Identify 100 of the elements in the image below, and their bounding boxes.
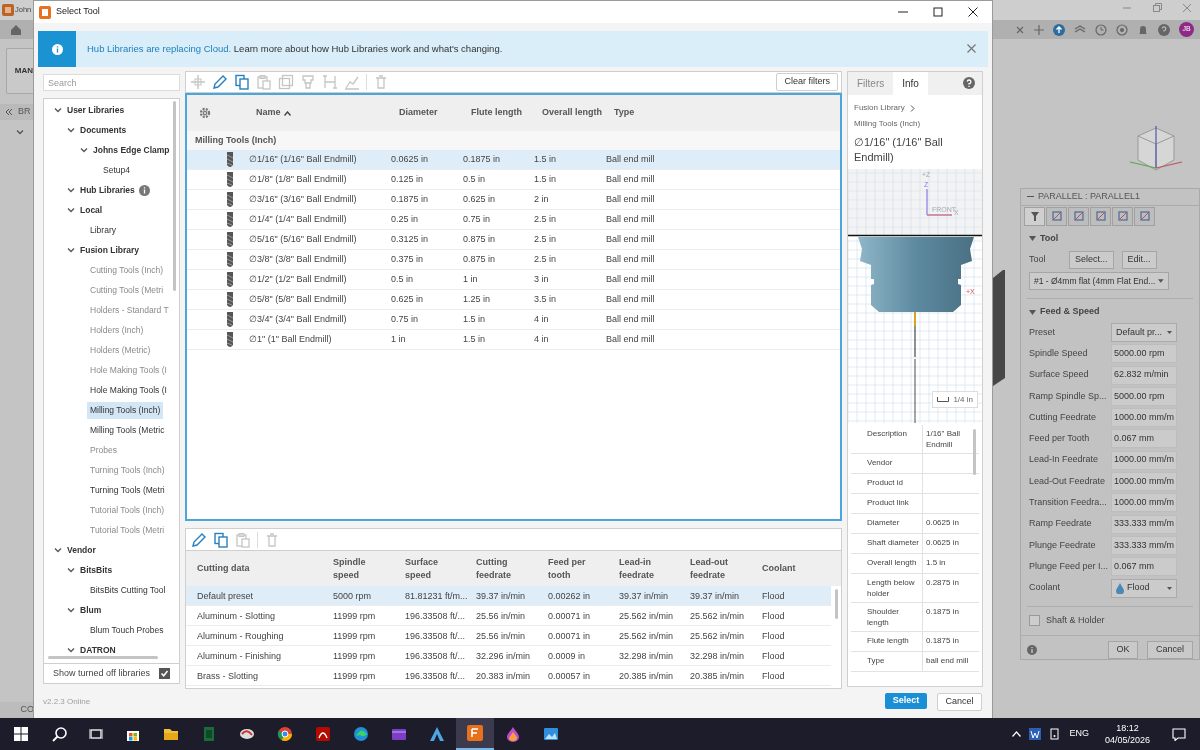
table-row[interactable]: ∅3/4" (3/4" Ball Endmill) 0.75 in 1.5 in 4 in Ball end mill: [187, 310, 840, 330]
table-row[interactable]: ∅1" (1" Ball Endmill) 1 in 1.5 in 4 in Ball end mill: [187, 330, 840, 350]
app-icon[interactable]: [239, 726, 255, 742]
cancel-button[interactable]: Cancel: [1147, 641, 1193, 659]
tree-item[interactable]: User Libraries: [64, 101, 128, 119]
tree-item[interactable]: Holders - Standard T: [87, 301, 172, 319]
tree-item[interactable]: Library: [87, 221, 119, 239]
coolant-dropdown[interactable]: Flood: [1111, 578, 1177, 598]
close-icon[interactable]: [968, 7, 978, 17]
checkbox[interactable]: [159, 668, 170, 679]
clock-icon[interactable]: [1095, 23, 1107, 36]
browser-icon[interactable]: [353, 726, 369, 742]
tree-item[interactable]: Milling Tools (Metric: [87, 421, 168, 439]
globe-icon[interactable]: [1116, 23, 1128, 36]
settings-icon[interactable]: [199, 107, 211, 119]
column-header[interactable]: Surface speed: [405, 555, 476, 582]
value-field[interactable]: 333.333 mm/m: [1111, 514, 1177, 534]
scrollbar[interactable]: [973, 429, 976, 475]
column-header[interactable]: Spindle speed: [333, 555, 405, 582]
chevron-down-icon[interactable]: [54, 106, 62, 114]
bell-icon[interactable]: [1137, 23, 1149, 36]
tree-item[interactable]: Tutorial Tools (Metri: [87, 521, 168, 539]
tool-dropdown[interactable]: #1 - Ø4mm flat (4mm Flat End...: [1029, 272, 1169, 291]
language-indicator[interactable]: ENG: [1069, 727, 1089, 741]
column-header[interactable]: Feed per tooth: [548, 555, 619, 582]
banner-link[interactable]: Hub Libraries are replacing Cloud.: [87, 42, 232, 54]
restore-icon[interactable]: [1152, 3, 1162, 13]
tree-item[interactable]: Documents: [77, 121, 130, 139]
table-row[interactable]: ∅1/4" (1/4" Ball Endmill) 0.25 in 0.75 in 2.5 in Ball end mill: [187, 210, 840, 230]
value-field[interactable]: 5000.00 rpm: [1111, 386, 1177, 406]
tree-item[interactable]: Blum: [77, 601, 105, 619]
preset-dropdown[interactable]: Default pr...: [1111, 322, 1177, 342]
tree-item[interactable]: DATRON: [77, 641, 119, 653]
chevron-down-icon[interactable]: [67, 566, 75, 574]
tree-item[interactable]: Hole Making Tools (I: [87, 361, 170, 379]
pencil-icon[interactable]: [191, 531, 207, 548]
select-button[interactable]: Select: [885, 693, 927, 709]
tab[interactable]: Info: [893, 72, 928, 95]
tree-item[interactable]: Johns Edge Clamp: [90, 141, 173, 159]
word-icon[interactable]: [1029, 728, 1042, 740]
copy-icon[interactable]: [213, 531, 229, 548]
chevron-down-icon[interactable]: [67, 206, 75, 214]
column-header[interactable]: Lead-out feedrate: [690, 555, 762, 582]
tree-item[interactable]: Vendor: [64, 541, 99, 559]
chevron-down-icon[interactable]: [67, 606, 75, 614]
ok-button[interactable]: OK: [1108, 641, 1138, 659]
table-row[interactable]: ∅3/8" (3/8" Ball Endmill) 0.375 in 0.875 in 2.5 in Ball end mill: [187, 250, 840, 270]
collapse-icon[interactable]: [6, 109, 12, 115]
folder-icon[interactable]: [163, 726, 179, 742]
plus-icon[interactable]: [1034, 24, 1044, 35]
pdf-icon[interactable]: [315, 726, 331, 742]
search-icon[interactable]: [52, 726, 68, 742]
table-row[interactable]: ∅1/16" (1/16" Ball Endmill) 0.0625 in 0.1875 in 1.5 in Ball end mill: [187, 150, 840, 170]
chevron-up-icon[interactable]: [1012, 731, 1022, 737]
scrollbar[interactable]: [835, 589, 838, 619]
tree-item[interactable]: Turning Tools (Inch): [87, 461, 168, 479]
column-header[interactable]: Flute length: [463, 106, 534, 120]
select-button[interactable]: Select...: [1069, 250, 1114, 269]
value-field[interactable]: 0.067 mm: [1111, 429, 1177, 449]
info-icon[interactable]: [138, 184, 150, 196]
chevron-down-icon[interactable]: [67, 246, 75, 254]
collapse-triangle-icon[interactable]: [1029, 235, 1036, 243]
column-header[interactable]: Type: [606, 106, 840, 120]
tree-item[interactable]: Fusion Library: [77, 241, 143, 259]
tree-item[interactable]: Hole Making Tools (I: [87, 381, 170, 399]
device-icon[interactable]: [1049, 728, 1062, 740]
windows-start-icon[interactable]: [14, 727, 28, 741]
droplet-icon[interactable]: [505, 726, 521, 742]
column-header[interactable]: Name: [249, 106, 391, 120]
tree-item[interactable]: Local: [77, 201, 106, 219]
search-field[interactable]: Search: [43, 74, 180, 91]
breadcrumb-link[interactable]: Fusion Library: [854, 102, 905, 114]
tree-item[interactable]: Hub Libraries: [77, 181, 138, 199]
table-row[interactable]: ∅5/16" (5/16" Ball Endmill) 0.3125 in 0.875 in 2.5 in Ball end mill: [187, 230, 840, 250]
triangle-icon[interactable]: [429, 726, 445, 742]
help-icon[interactable]: [963, 77, 975, 89]
table-row[interactable]: ∅5/8" (5/8" Ball Endmill) 0.625 in 1.25 in 3.5 in Ball end mill: [187, 290, 840, 310]
tree-item[interactable]: Turning Tools (Metri: [87, 481, 168, 499]
value-field[interactable]: 1000.00 mm/m: [1111, 408, 1177, 428]
column-header[interactable]: Cutting feedrate: [476, 555, 548, 582]
wrench-icon[interactable]: [1028, 210, 1041, 223]
tree-item[interactable]: BitsBits: [77, 561, 116, 579]
chevron-down-icon[interactable]: [54, 546, 62, 554]
table-row[interactable]: ∅3/16" (3/16" Ball Endmill) 0.1875 in 0.625 in 2 in Ball end mill: [187, 190, 840, 210]
upload-icon[interactable]: [1053, 23, 1065, 36]
column-header[interactable]: Diameter: [391, 106, 463, 120]
maximize-icon[interactable]: [933, 7, 943, 17]
chevron-down-icon[interactable]: [80, 146, 88, 154]
clock-time[interactable]: 18:12: [1116, 722, 1139, 734]
clock-date[interactable]: 04/05/2026: [1104, 734, 1150, 746]
tree-item[interactable]: Milling Tools (Inch): [87, 401, 164, 419]
info-icon[interactable]: [1027, 645, 1037, 655]
value-field[interactable]: 333.333 mm/m: [1111, 535, 1177, 555]
cancel-button[interactable]: Cancel: [937, 693, 982, 711]
task-view-icon[interactable]: [89, 727, 103, 741]
help-icon[interactable]: [1158, 23, 1170, 36]
value-field[interactable]: 1000.00 mm/m: [1111, 472, 1177, 491]
value-field[interactable]: 62.832 m/min: [1111, 365, 1177, 385]
collapse-triangle-icon[interactable]: [1029, 308, 1036, 316]
notification-icon[interactable]: [1172, 727, 1186, 741]
